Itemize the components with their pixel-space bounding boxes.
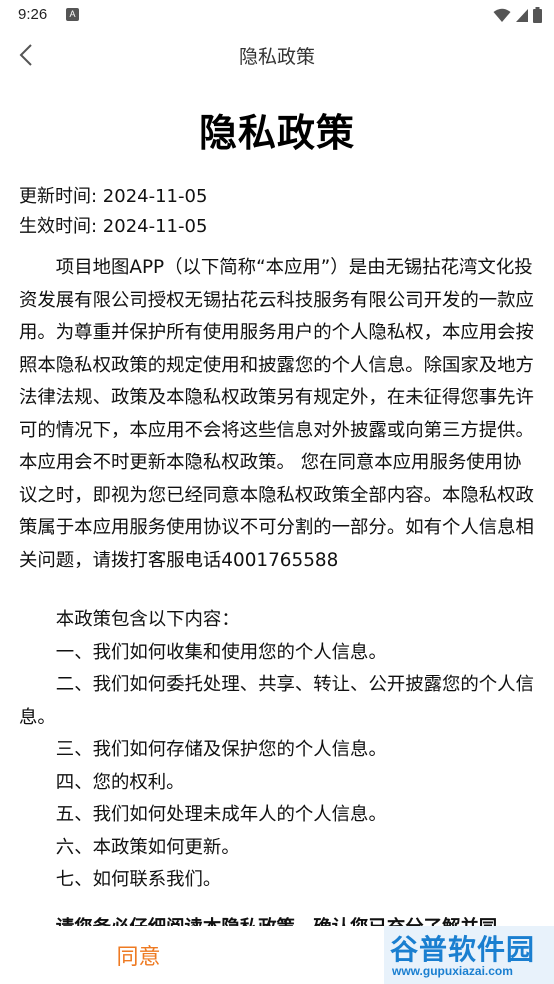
agree-label: 同意 (116, 945, 161, 970)
wifi-icon (493, 8, 511, 22)
watermark-name: 谷普软件园 (390, 933, 536, 966)
nav-bar: 隐私政策 (0, 30, 554, 80)
watermark-logo: 谷普软件园 www.gupuxiazai.com (384, 926, 554, 984)
nav-title: 隐私政策 (238, 46, 315, 68)
toc-item: 一、我们如何收集和使用您的个人信息。 (55, 641, 387, 663)
signal-icon (516, 8, 528, 22)
toc-item: 三、我们如何存储及保护您的个人信息。 (55, 739, 387, 760)
toc-item: 四、您的权利。 (55, 771, 185, 793)
status-time: 9:26 (18, 6, 48, 23)
toc-list: 本政策包含以下内容： 一、我们如何收集和使用您的个人信息。 二、我们如何委托处理… (19, 604, 537, 897)
intro-paragraph: 项目地图APP（以下简称“本应用”）是由无锡拈花湾文化投资发展有限公司授权无锡拈… (19, 257, 534, 571)
toc-item: 七、如何联系我们。 (55, 869, 222, 890)
toc-heading: 本政策包含以下内容： (55, 609, 240, 630)
status-bar: 9:26 A (0, 0, 554, 30)
notification-icon: A (66, 8, 79, 21)
document-title: 隐私政策 (198, 111, 355, 155)
agree-button[interactable]: 同意 (0, 926, 277, 984)
toc-item: 二、我们如何委托处理、共享、转让、公开披露您的个人信息。 (19, 674, 534, 728)
toc-item: 五、我们如何处理未成年人的个人信息。 (55, 804, 387, 825)
status-icons (493, 6, 542, 24)
updated-time: 更新时间: 2024-11-05 (19, 186, 208, 207)
cut-off-notice: 请您务必仔细阅读本隐私政策，确认您已充分了解并同 (19, 912, 537, 926)
toc-item: 六、本政策如何更新。 (55, 836, 240, 858)
watermark-url: www.gupuxiazai.com (392, 964, 513, 978)
effective-time: 生效时间: 2024-11-05 (19, 216, 208, 237)
battery-icon (533, 7, 542, 23)
policy-content[interactable]: 隐私政策 更新时间: 2024-11-05 生效时间: 2024-11-05 项… (0, 80, 554, 926)
